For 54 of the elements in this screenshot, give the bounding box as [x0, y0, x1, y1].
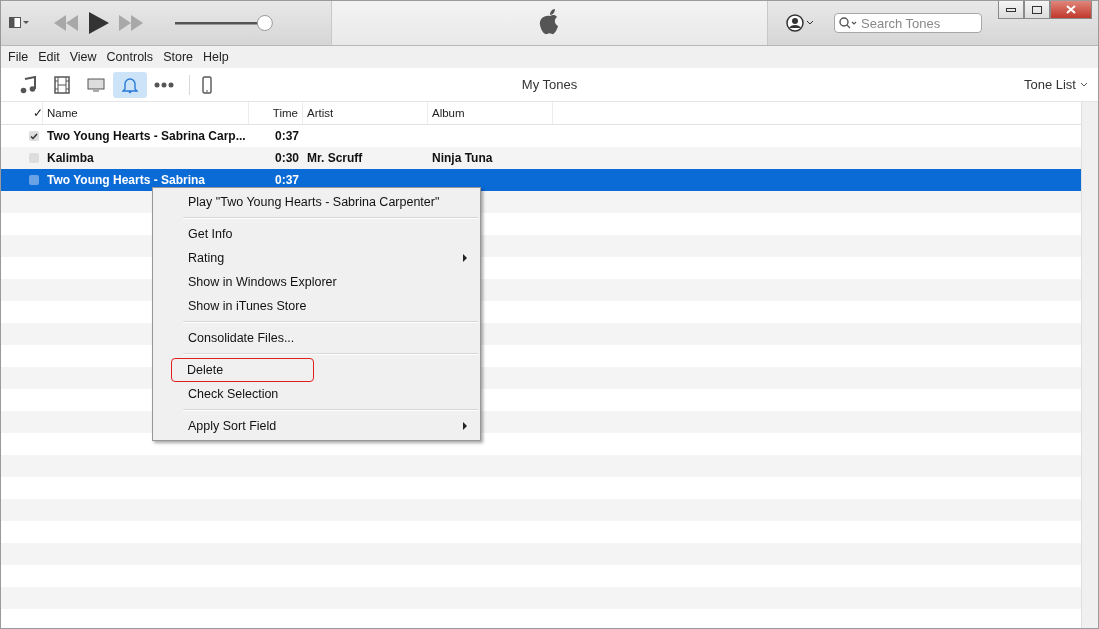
minimize-button[interactable] — [998, 1, 1024, 19]
menu-item[interactable]: View — [64, 50, 102, 64]
phone-icon[interactable] — [202, 75, 212, 94]
menu-item[interactable]: Help — [198, 50, 234, 64]
view-menu-button[interactable]: Tone List — [1023, 77, 1088, 92]
film-strip-icon — [54, 75, 70, 94]
column-header[interactable]: Time — [249, 102, 303, 124]
time-cell-text: 0:30 — [273, 151, 300, 165]
menu-item[interactable]: Controls — [101, 50, 159, 64]
menu-option[interactable]: Check Selection — [153, 382, 480, 406]
play-icon[interactable] — [89, 12, 109, 34]
menu-item[interactable]: Edit — [33, 50, 65, 64]
bell-icon — [122, 75, 138, 94]
menu-option[interactable]: Get Info — [153, 222, 480, 246]
monitor-icon — [87, 77, 105, 92]
menu-option[interactable]: Delete — [171, 358, 314, 382]
name-cell-text: Two Young Hearts - Sabrina — [46, 173, 207, 187]
album-cell-text: Ninja Tuna — [431, 151, 494, 165]
maximize-icon — [1032, 5, 1042, 14]
column-header[interactable]: Album — [428, 102, 553, 124]
music-note-icon — [20, 75, 36, 94]
account-icon[interactable] — [786, 14, 816, 32]
track-row[interactable]: Two Young Hearts - Sabrina 0:37 — [1, 169, 1081, 191]
close-button[interactable] — [1050, 1, 1092, 19]
scrollbar-track[interactable] — [1081, 102, 1098, 628]
menu-option[interactable]: Play "Two Young Hearts - Sabrina Carpenter" — [153, 190, 480, 214]
time-cell-text: 0:37 — [273, 129, 300, 143]
close-icon — [1066, 5, 1076, 14]
maximize-button[interactable] — [1024, 1, 1050, 19]
volume-thumb[interactable] — [256, 15, 273, 31]
search-field[interactable]: Search Tones — [834, 13, 982, 33]
time-cell-text: 0:37 — [273, 173, 300, 187]
menu-option[interactable]: Consolidate Files... — [153, 326, 480, 350]
media-tab[interactable] — [113, 71, 147, 98]
sidebar-toggle-icon[interactable] — [9, 17, 29, 29]
menu-item[interactable]: File — [3, 50, 34, 64]
menu-item[interactable]: Store — [158, 50, 198, 64]
column-header[interactable]: ✓ — [29, 102, 43, 124]
name-cell-text: Two Young Hearts - Sabrina Carp... — [46, 129, 247, 143]
search-icon — [839, 17, 859, 29]
artist-cell-text: Mr. Scruff — [306, 151, 364, 165]
more-icon — [154, 81, 174, 88]
column-header[interactable]: Name — [43, 102, 249, 124]
menu-option[interactable]: Apply Sort Field — [153, 414, 480, 438]
library-title: My Tones — [521, 77, 578, 92]
chevron-icon — [1080, 82, 1088, 87]
row-checkbox[interactable] — [29, 175, 39, 185]
column-header[interactable]: Artist — [303, 102, 428, 124]
menu-option[interactable]: Show in Windows Explorer — [153, 270, 480, 294]
menu-option[interactable]: Rating — [153, 246, 480, 270]
menu-option[interactable]: Show in iTunes Store — [153, 294, 480, 318]
name-cell-text: Kalimba — [46, 151, 95, 165]
row-checkbox[interactable] — [29, 131, 39, 141]
minimize-icon — [1006, 7, 1016, 12]
